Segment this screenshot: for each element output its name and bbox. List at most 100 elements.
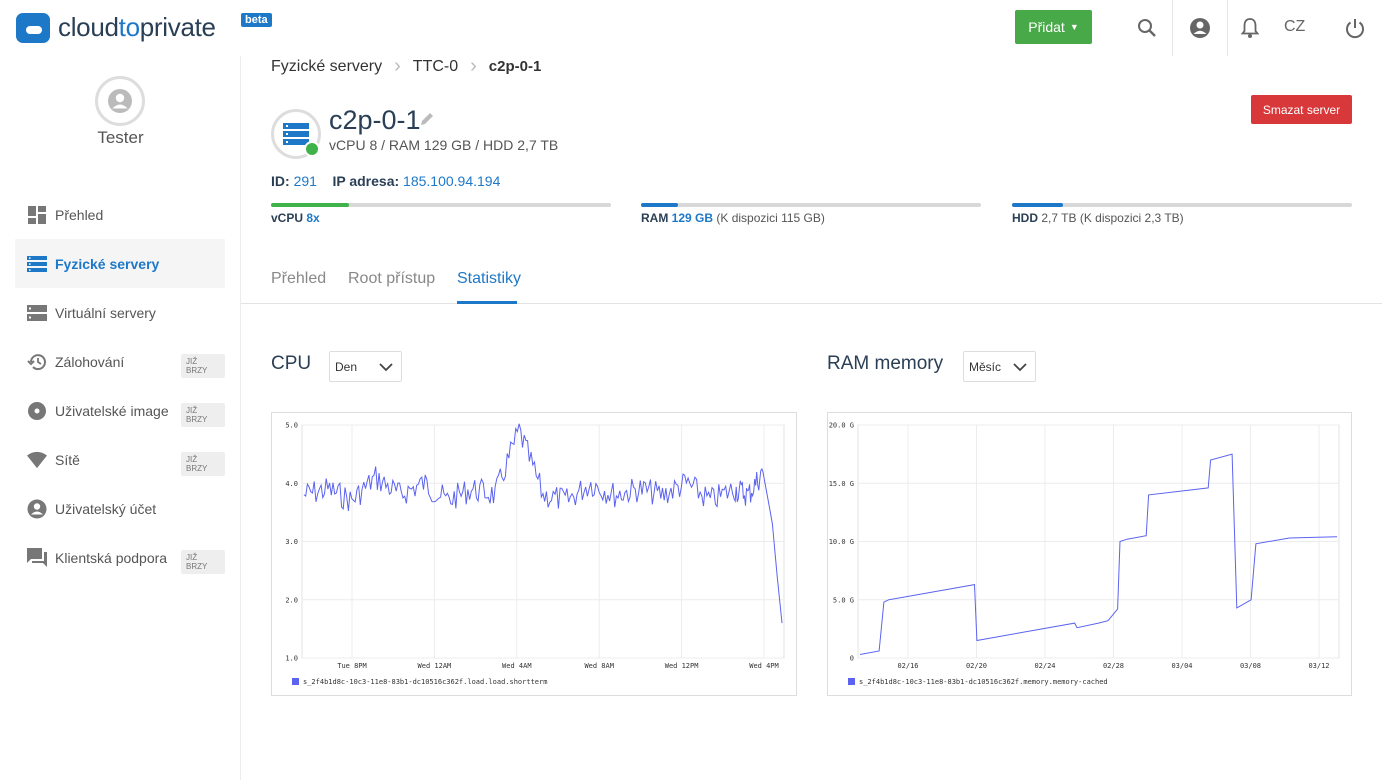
sidebar-item-label: Klientská podpora: [55, 549, 168, 566]
ram-usage-track: [641, 203, 981, 207]
main-content: Fyzické servery › TTC-0 › c2p-0-1 c2p-0-…: [241, 55, 1382, 780]
chevron-right-icon: ›: [394, 55, 401, 77]
x-tick-label: 02/24: [1034, 662, 1055, 670]
edit-pencil-icon[interactable]: [419, 111, 435, 132]
tab-prehled[interactable]: Přehled: [271, 270, 326, 288]
breadcrumb-current: c2p-0-1: [488, 58, 542, 75]
disc-icon: [27, 401, 47, 421]
account-icon: [27, 499, 47, 519]
coming-soon-badge: JIŽ BRZY: [181, 403, 225, 427]
sidebar-item-uzivatelsky-ucet[interactable]: Uživatelský účet: [15, 484, 225, 533]
y-tick-label: 0: [850, 655, 854, 663]
y-tick-label: 10.0 G: [829, 538, 854, 546]
sidebar-item-label: Sítě: [55, 451, 80, 468]
sidebar-item-fyzicke-servery[interactable]: Fyzické servery: [15, 239, 225, 288]
status-online-indicator: [304, 141, 320, 157]
sidebar-item-prehled[interactable]: Přehled: [15, 190, 225, 239]
active-tab-indicator: [457, 301, 517, 304]
delete-server-button[interactable]: Smazat server: [1251, 95, 1352, 124]
ram-chart-svg: 20.0 G 15.0 G 10.0 G 5.0 G 0 02/16 02/20 02/24 0…: [829, 422, 1340, 686]
coming-soon-badge: JIŽ BRZY: [181, 354, 225, 378]
coming-soon-badge: JIŽ BRZY: [181, 550, 225, 574]
ram-period-value: Měsíc: [969, 359, 1002, 374]
tab-statistiky[interactable]: Statistiky: [457, 270, 521, 288]
wifi-icon: [27, 450, 47, 470]
hdd-usage: HDD 2,7 TB (K dispozici 2,3 TB): [1012, 203, 1352, 225]
id-value: 291: [293, 173, 317, 189]
dashboard-icon: [27, 205, 47, 225]
vcpu-usage-fill: [271, 203, 350, 207]
ram-panel-title: RAM memory: [827, 353, 944, 374]
ram-usage: RAM 129 GB (K dispozici 115 GB): [641, 203, 981, 225]
x-tick-label: Wed 12AM: [418, 662, 452, 670]
y-tick-label: 5.0 G: [833, 596, 854, 604]
bell-icon[interactable]: [1230, 12, 1270, 44]
tab-bar: Přehled Root přístup Statistiky: [241, 254, 1382, 304]
vcpu-usage-caption: vCPU 8x: [271, 211, 320, 225]
logo-cloud-icon: [16, 12, 50, 43]
hdd-usage-track: [1012, 203, 1352, 207]
y-tick-label: 4.0: [285, 480, 298, 488]
logo-text: cloudtoprivate: [58, 12, 216, 42]
x-tick-label: Wed 8AM: [584, 662, 614, 670]
x-tick-label: 02/20: [966, 662, 987, 670]
sidebar-item-zalohovani[interactable]: Zálohování JIŽ BRZY: [15, 337, 225, 386]
backup-icon: [27, 352, 47, 372]
language-switch[interactable]: CZ: [1284, 18, 1305, 36]
x-tick-label: Wed 12PM: [665, 662, 699, 670]
user-name: Tester: [97, 128, 144, 147]
servers-icon: [27, 254, 47, 274]
ram-period-select[interactable]: Měsíc: [963, 351, 1036, 382]
cpu-period-select[interactable]: Den: [329, 351, 402, 382]
logo[interactable]: cloudtoprivate: [16, 12, 216, 43]
vcpu-usage-track: [271, 203, 611, 207]
ram-usage-caption: RAM 129 GB (K dispozici 115 GB): [641, 211, 825, 225]
sidebar-nav: Přehled Fyzické servery Virtuální server…: [15, 190, 225, 582]
page-title: c2p-0-1: [329, 105, 421, 135]
y-tick-label: 15.0 G: [829, 480, 854, 488]
sidebar-item-virtualni-servery[interactable]: Virtuální servery: [15, 288, 225, 337]
add-button-label: Přidat: [1028, 19, 1065, 35]
top-bar: cloudtoprivate beta Přidat ▼ CZ: [0, 0, 1382, 56]
sidebar-item-label: Zálohování: [55, 353, 125, 370]
avatar[interactable]: [95, 76, 145, 126]
y-tick-label: 5.0: [285, 422, 298, 430]
y-tick-label: 3.0: [285, 538, 298, 546]
sidebar-item-label: Uživatelské image: [55, 402, 169, 419]
x-tick-label: 03/08: [1240, 662, 1261, 670]
x-tick-label: Wed 4PM: [749, 662, 779, 670]
sidebar-item-label: Přehled: [55, 206, 104, 223]
x-tick-label: 02/28: [1103, 662, 1124, 670]
ram-usage-fill: [641, 203, 679, 207]
chat-icon: [27, 547, 47, 568]
hdd-usage-fill: [1012, 203, 1063, 207]
sidebar-item-label: Fyzické servery: [55, 255, 160, 272]
sidebar-item-site[interactable]: Sítě JIŽ BRZY: [15, 435, 225, 484]
legend-label: s_2f4b1d8c-10c3-11e8-83b1-dc10516c362f.m…: [859, 678, 1108, 686]
series-line: [859, 453, 1338, 655]
y-tick-label: 2.0: [285, 596, 298, 604]
ip-label: IP adresa:: [332, 173, 400, 189]
breadcrumb-item[interactable]: Fyzické servery: [271, 58, 382, 76]
add-button[interactable]: Přidat ▼: [1015, 10, 1092, 44]
series-line: [303, 423, 783, 624]
id-label: ID:: [271, 173, 290, 189]
hdd-usage-caption: HDD 2,7 TB (K dispozici 2,3 TB): [1012, 211, 1184, 225]
tab-root-pristup[interactable]: Root přístup: [348, 270, 435, 288]
sidebar-item-label: Uživatelský účet: [55, 500, 157, 517]
user-menu-button[interactable]: [1172, 0, 1228, 56]
sidebar: Tester Přehled Fyzické servery Virtuální…: [0, 56, 241, 780]
legend-label: s_2f4b1d8c-10c3-11e8-83b1-dc10516c362f.l…: [303, 678, 547, 686]
y-tick-label: 20.0 G: [829, 422, 854, 430]
chevron-down-icon: [379, 363, 393, 372]
sidebar-item-uzivatelske-image[interactable]: Uživatelské image JIŽ BRZY: [15, 386, 225, 435]
coming-soon-badge: JIŽ BRZY: [181, 452, 225, 476]
cpu-chart-svg: 5.0 4.0 3.0 2.0 1.0 Tue 8PM Wed 12AM Wed 4AM Wed…: [285, 422, 785, 686]
user-icon: [108, 89, 132, 113]
power-icon[interactable]: [1335, 12, 1375, 44]
ip-value: 185.100.94.194: [403, 173, 501, 189]
breadcrumb-item[interactable]: TTC-0: [413, 58, 458, 76]
search-icon[interactable]: [1127, 12, 1167, 44]
sidebar-item-klientska-podpora[interactable]: Klientská podpora JIŽ BRZY: [15, 533, 225, 582]
server-spec: vCPU 8 / RAM 129 GB / HDD 2,7 TB: [329, 137, 559, 153]
